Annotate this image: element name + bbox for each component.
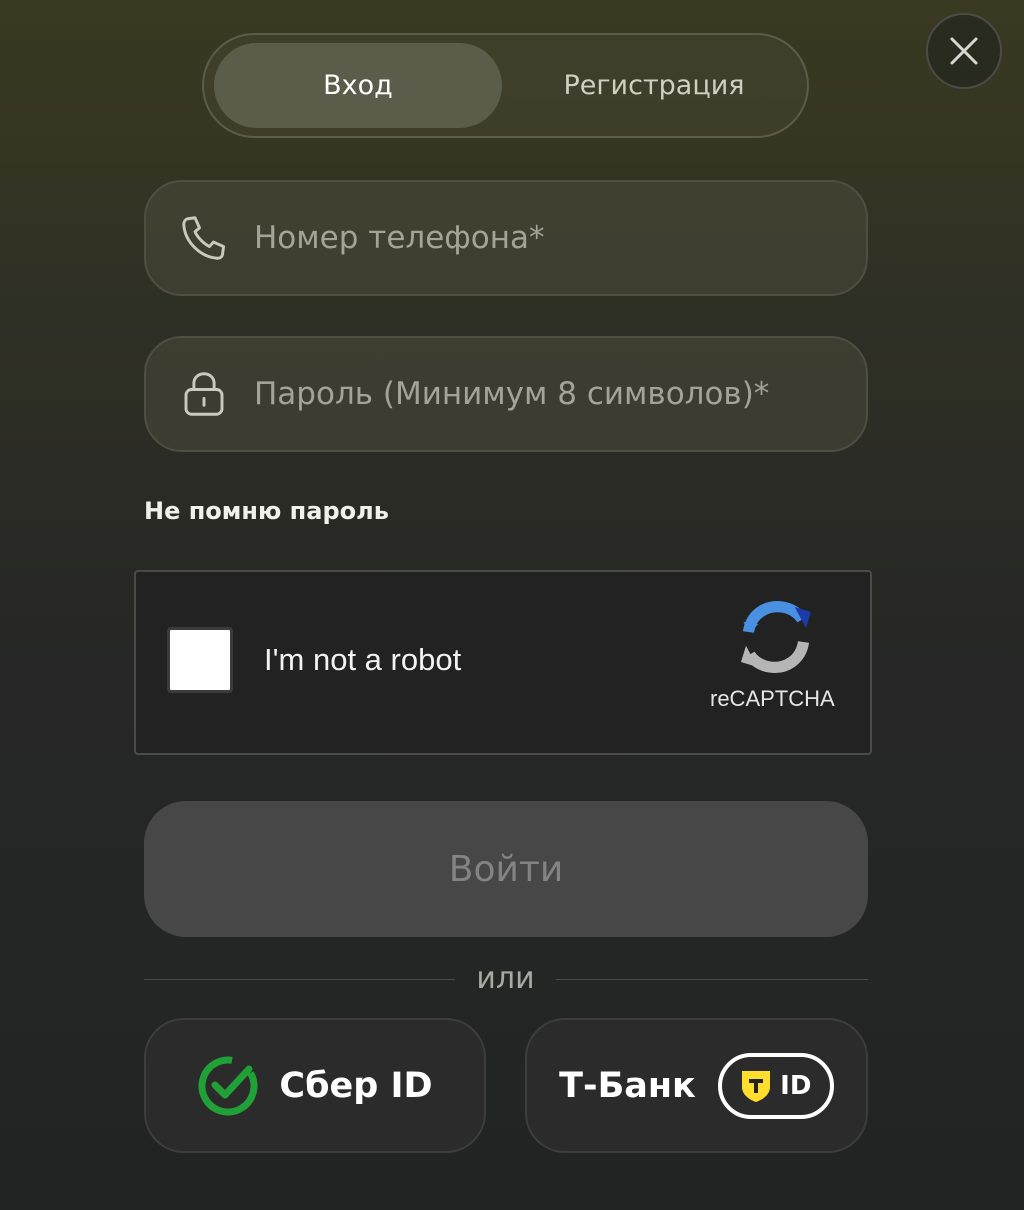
tab-login[interactable]: Вход xyxy=(214,43,502,128)
recaptcha-checkbox[interactable] xyxy=(167,627,233,693)
tbank-id-badge: ID xyxy=(717,1052,834,1119)
tbank-label: Т-Банк xyxy=(559,1065,696,1106)
lock-icon xyxy=(176,366,232,422)
password-field-container xyxy=(144,336,868,452)
phone-field-container xyxy=(144,180,868,296)
tbank-id-text: ID xyxy=(780,1070,812,1101)
password-input[interactable] xyxy=(254,364,842,424)
login-button[interactable]: Войти xyxy=(144,801,868,937)
phone-icon xyxy=(176,210,232,266)
or-text: или xyxy=(476,961,535,996)
sber-logo-icon xyxy=(198,1056,258,1115)
or-divider: или xyxy=(144,955,868,1005)
tbank-id-button[interactable]: Т-Банк ID xyxy=(525,1018,868,1153)
recaptcha-widget: I'm not a robot reCAPTCHA xyxy=(134,570,872,755)
recaptcha-label: I'm not a robot xyxy=(264,642,462,677)
phone-input[interactable] xyxy=(254,208,842,268)
sber-id-label: Сбер ID xyxy=(279,1065,433,1106)
close-button[interactable] xyxy=(926,13,1002,89)
tbank-shield-icon xyxy=(742,1070,771,1102)
tab-register[interactable]: Регистрация xyxy=(504,43,804,128)
forgot-password-link[interactable]: Не помню пароль xyxy=(144,497,389,525)
close-icon xyxy=(950,37,978,65)
sber-id-button[interactable]: Сбер ID xyxy=(144,1018,486,1153)
auth-tabs: Вход Регистрация xyxy=(202,33,809,138)
recaptcha-brand: reCAPTCHA xyxy=(710,686,835,711)
divider-line-right xyxy=(556,979,868,980)
recaptcha-icon xyxy=(741,601,811,673)
divider-line-left xyxy=(144,979,455,980)
